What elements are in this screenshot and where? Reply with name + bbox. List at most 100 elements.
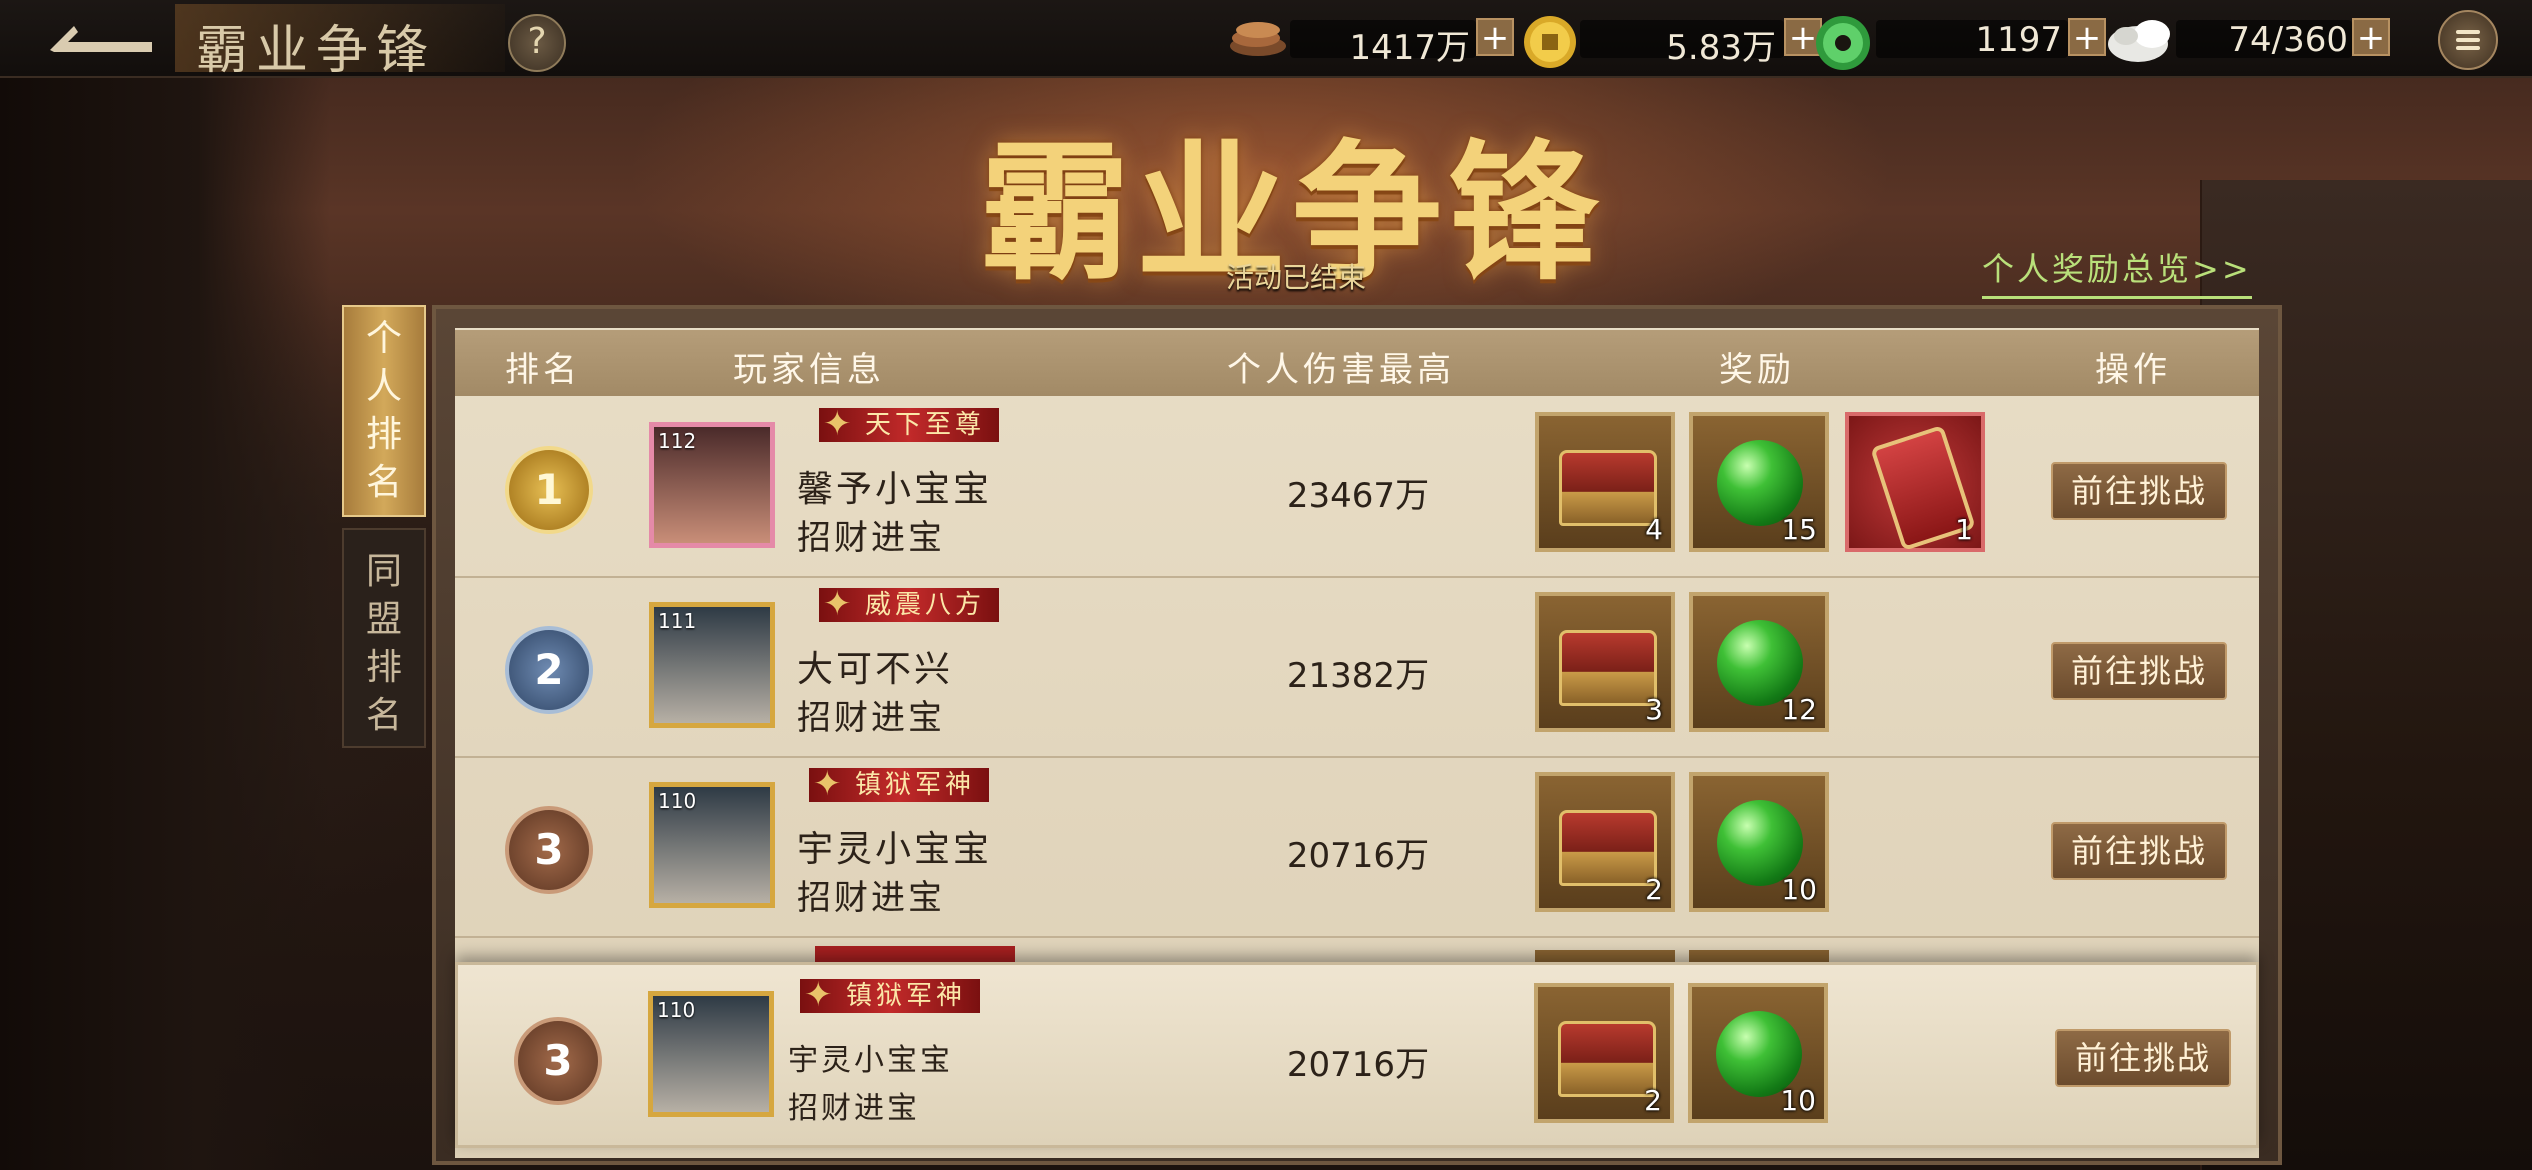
title-text: 天下至尊 — [865, 410, 986, 440]
reward-chest[interactable]: 4 — [1535, 412, 1675, 552]
avatar[interactable]: 112 — [649, 422, 775, 548]
player-guild: 招财进宝 — [797, 518, 945, 558]
chest-icon — [1559, 630, 1657, 706]
reward-count: 2 — [1645, 873, 1663, 906]
max-damage: 20716万 — [1286, 836, 1430, 876]
reward-chest[interactable]: 3 — [1535, 592, 1675, 732]
player-guild: 招财进宝 — [788, 1091, 920, 1126]
tab-char: 同 — [365, 551, 402, 592]
chest-icon — [1559, 810, 1657, 886]
reward-count: 4 — [1645, 513, 1663, 546]
rice-icon — [2108, 20, 2170, 62]
menu-button[interactable] — [2438, 10, 2498, 70]
tab-char: 排 — [365, 414, 402, 455]
max-damage: 21382万 — [1286, 656, 1430, 696]
tab-char: 个 — [365, 318, 402, 359]
max-damage: 20716万 — [1286, 1045, 1430, 1085]
reward-chest[interactable]: 2 — [1535, 772, 1675, 912]
player-name: 馨予小宝宝 — [797, 469, 993, 510]
rank-badge: 2 — [505, 626, 593, 714]
tab-alliance-ranking[interactable]: 同 盟 排 名 — [342, 528, 426, 748]
challenge-button[interactable]: 前往挑战 — [2051, 462, 2227, 520]
challenge-button[interactable]: 前往挑战 — [2051, 822, 2227, 880]
rank-badge: 3 — [514, 1017, 602, 1105]
partial-title-banner — [815, 946, 1015, 962]
add-jade-button[interactable]: + — [2068, 18, 2106, 56]
tab-char: 排 — [365, 647, 402, 688]
table-row: 2 111 ✦ 威震八方 大可不兴 招财进宝 21382万 3 12 前往挑战 — [455, 580, 2259, 758]
emblem-icon: ✦ — [823, 404, 856, 444]
player-name: 大可不兴 — [797, 649, 954, 690]
avatar[interactable]: 110 — [649, 782, 775, 908]
reward-count: 15 — [1781, 513, 1817, 546]
copper-coin-icon — [1230, 22, 1286, 56]
reward-overview-link[interactable]: 个人奖励总览>> — [1982, 244, 2252, 299]
emblem-icon: ✦ — [823, 584, 856, 624]
table-row: 3 110 ✦ 镇狱军神 宇灵小宝宝 招财进宝 20716万 2 10 前往挑战 — [455, 760, 2259, 938]
table-row: 1 112 ✦ 天下至尊 馨予小宝宝 招财进宝 23467万 4 15 1 前往… — [455, 400, 2259, 578]
header-player-info: 玩家信息 — [733, 350, 885, 390]
reward-chest[interactable]: 2 — [1534, 983, 1674, 1123]
jade-icon — [1816, 16, 1870, 70]
title-text: 威震八方 — [865, 590, 986, 620]
title-banner: ✦ 天下至尊 — [819, 404, 1000, 444]
page-title: 霸业争锋 — [196, 21, 437, 81]
tab-char: 名 — [365, 695, 402, 736]
max-damage: 23467万 — [1286, 476, 1430, 516]
avatar[interactable]: 111 — [649, 602, 775, 728]
top-bar: 霸业争锋 ? 1417万 + 5.83万 + 1197 + 74/360 + — [0, 0, 2532, 81]
player-name: 宇灵小宝宝 — [788, 1043, 953, 1078]
rank-badge: 3 — [505, 806, 593, 894]
chest-icon — [1559, 450, 1657, 526]
gold-coin-icon — [1524, 16, 1576, 68]
partial-reward — [1535, 950, 1675, 962]
avatar-level: 111 — [658, 609, 697, 633]
challenge-button[interactable]: 前往挑战 — [2051, 642, 2227, 700]
rice-value: 74/360 — [2228, 20, 2348, 60]
header-max-damage: 个人伤害最高 — [1227, 350, 1455, 390]
reward-count: 2 — [1644, 1084, 1662, 1117]
player-name: 宇灵小宝宝 — [797, 829, 993, 870]
reward-jade-orb[interactable]: 15 — [1689, 412, 1829, 552]
emblem-icon: ✦ — [813, 764, 846, 804]
event-status: 活动已结束 — [1226, 261, 1367, 294]
table-header: 排名 玩家信息 个人伤害最高 奖励 操作 — [455, 330, 2259, 396]
avatar-level: 112 — [658, 429, 697, 453]
partial-reward — [1689, 950, 1829, 962]
my-rank-row: 3 110 ✦ 镇狱军神 宇灵小宝宝 招财进宝 20716万 2 10 前往挑战 — [455, 962, 2259, 1148]
header-rewards: 奖励 — [1719, 350, 1795, 390]
reward-jade-orb[interactable]: 10 — [1689, 772, 1829, 912]
challenge-button[interactable]: 前往挑战 — [2055, 1029, 2231, 1087]
avatar[interactable]: 110 — [648, 991, 774, 1117]
tab-char: 人 — [365, 366, 402, 407]
reward-count: 10 — [1780, 1084, 1816, 1117]
reward-jade-orb[interactable]: 10 — [1688, 983, 1828, 1123]
add-copper-button[interactable]: + — [1476, 18, 1514, 56]
jade-value: 1197 — [1975, 20, 2062, 60]
title-banner: ✦ 镇狱军神 — [800, 975, 981, 1015]
title-text: 镇狱军神 — [855, 770, 976, 800]
header-action: 操作 — [2095, 350, 2171, 390]
resource-jade: 1197 + — [1814, 16, 2114, 70]
avatar-level: 110 — [658, 789, 697, 813]
title-text: 镇狱军神 — [846, 981, 967, 1011]
reward-count: 1 — [1955, 513, 1973, 546]
add-rice-button[interactable]: + — [2352, 18, 2390, 56]
chest-icon — [1558, 1021, 1656, 1097]
header-rank: 排名 — [505, 350, 581, 390]
copper-value: 1417万 — [1349, 28, 1470, 68]
reward-count: 3 — [1645, 693, 1663, 726]
help-button[interactable]: ? — [508, 14, 566, 72]
reward-jade-orb[interactable]: 12 — [1689, 592, 1829, 732]
gold-value: 5.83万 — [1666, 28, 1776, 68]
reward-token[interactable]: 1 — [1845, 412, 1985, 552]
partial-row — [455, 936, 2259, 962]
back-arrow-icon[interactable] — [40, 14, 160, 62]
rank-badge: 1 — [505, 446, 593, 534]
title-banner: ✦ 威震八方 — [819, 584, 1000, 624]
avatar-level: 110 — [657, 998, 696, 1022]
title-banner: ✦ 镇狱军神 — [809, 764, 990, 804]
tab-char: 名 — [365, 462, 402, 503]
tab-personal-ranking[interactable]: 个 人 排 名 — [342, 305, 426, 517]
player-guild: 招财进宝 — [797, 878, 945, 918]
